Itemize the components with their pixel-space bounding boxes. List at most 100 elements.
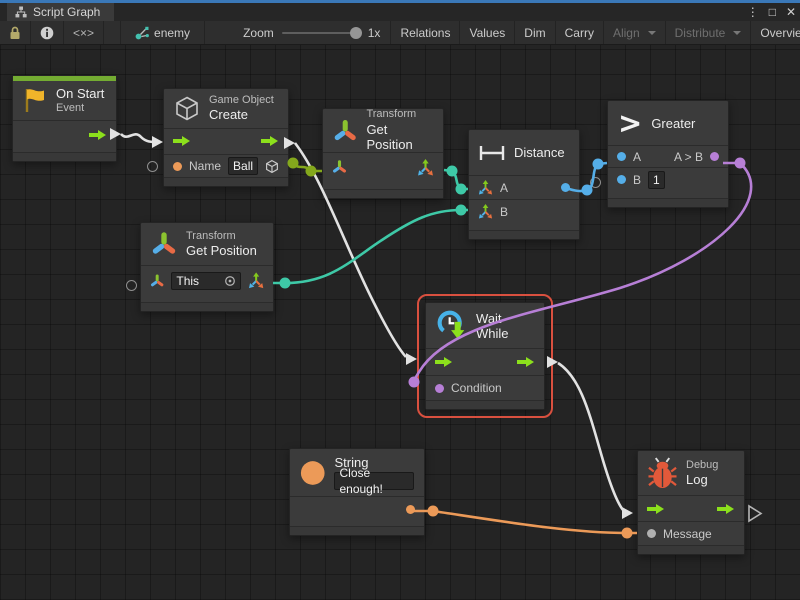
node-footer [608, 198, 728, 207]
node-title: Distance [514, 145, 565, 160]
unconnected-port-indicator [126, 280, 137, 291]
b-value-field[interactable]: 1 [648, 171, 665, 189]
close-icon[interactable]: ✕ [786, 5, 796, 19]
relations-button[interactable]: Relations [391, 21, 460, 44]
string-output-port[interactable] [406, 505, 415, 514]
dim-label: Dim [524, 26, 545, 40]
flow-out-port[interactable] [89, 129, 107, 141]
bug-icon [648, 457, 677, 490]
a-input-port[interactable] [617, 152, 626, 161]
b-input-port[interactable] [617, 175, 626, 184]
wait-while-icon [436, 308, 467, 343]
string-value-field[interactable]: Close enough! [334, 472, 414, 490]
node-create[interactable]: Game Object Create Name Ball [163, 88, 289, 187]
node-footer [13, 152, 116, 161]
flag-icon [23, 87, 47, 114]
transform-input-port[interactable] [150, 274, 164, 288]
node-title: On Start [56, 86, 104, 102]
tab-title: Script Graph [33, 5, 100, 19]
node-subtitle: Event [56, 102, 104, 115]
node-get-position-2[interactable]: Transform Get Position This [140, 222, 274, 312]
node-string[interactable]: String Close enough! [289, 448, 425, 536]
node-title: Wait While [476, 311, 534, 341]
gameobject-output-port[interactable] [265, 159, 279, 174]
result-output-port[interactable] [710, 152, 719, 161]
window-menu-icon[interactable]: ⋮ [747, 5, 759, 19]
graph-name: enemy [154, 26, 190, 40]
flow-in-port[interactable] [647, 503, 665, 515]
b-value: 1 [653, 172, 660, 188]
carry-label: Carry [565, 26, 594, 40]
values-button[interactable]: Values [460, 21, 515, 44]
node-title: Log [686, 472, 718, 488]
port-b-label: B [633, 173, 641, 187]
flow-in-port[interactable] [173, 135, 191, 147]
distance-output-port[interactable] [561, 183, 570, 192]
vector3-output-port[interactable] [248, 272, 264, 289]
flow-out-port[interactable] [261, 135, 279, 147]
zoom-slider-knob[interactable] [350, 27, 362, 39]
object-picker-icon[interactable] [224, 275, 236, 287]
values-label: Values [469, 26, 505, 40]
lock-icon [9, 26, 21, 40]
name-value-field[interactable]: Ball [228, 157, 258, 175]
flow-in-port[interactable] [435, 356, 453, 368]
script-graph-window: Script Graph ⋮ □ ✕ <×> [0, 0, 800, 600]
graph-icon [15, 6, 27, 18]
info-icon [40, 26, 54, 40]
node-category: Transform [186, 230, 257, 243]
node-debug-log[interactable]: Debug Log Message [637, 450, 745, 555]
node-footer [290, 526, 424, 535]
dim-button[interactable]: Dim [515, 21, 555, 44]
align-button[interactable]: Align [604, 21, 666, 44]
node-on-start[interactable]: On Start Event [12, 75, 117, 162]
condition-label: Condition [451, 381, 502, 395]
node-title: Create [209, 107, 274, 123]
target-field[interactable]: This [171, 272, 240, 290]
maximize-icon[interactable]: □ [769, 5, 776, 19]
node-footer [141, 302, 273, 311]
node-title: Get Position [366, 122, 433, 153]
message-input-port[interactable] [647, 529, 656, 538]
flow-out-port[interactable] [717, 503, 735, 515]
target-value: This [176, 273, 199, 289]
code-preview-button[interactable]: <×> [64, 21, 104, 44]
tab-bar: Script Graph ⋮ □ ✕ [0, 3, 800, 21]
string-icon [300, 459, 325, 487]
lock-button[interactable] [0, 21, 31, 44]
node-greater[interactable]: > Greater A A > B B 1 [607, 100, 729, 208]
relations-label: Relations [400, 26, 450, 40]
vector3-input-port-b[interactable] [478, 204, 493, 219]
node-footer [638, 545, 744, 554]
name-input-port[interactable] [173, 162, 182, 171]
graph-reference-button[interactable]: enemy [121, 21, 205, 44]
node-footer [323, 189, 443, 198]
distance-icon [479, 145, 505, 161]
tab-script-graph[interactable]: Script Graph [7, 3, 114, 21]
info-button[interactable] [31, 21, 64, 44]
condition-input-port[interactable] [435, 384, 444, 393]
node-title: Greater [651, 116, 695, 131]
zoom-control: Zoom 1x [205, 21, 391, 44]
node-title: Get Position [186, 243, 257, 259]
flow-out-port[interactable] [517, 356, 535, 368]
graph-reference-icon [135, 26, 149, 40]
window-controls: ⋮ □ ✕ [747, 3, 796, 21]
node-footer [426, 400, 544, 409]
align-label: Align [613, 26, 640, 40]
carry-button[interactable]: Carry [556, 21, 604, 44]
port-a-label: A [633, 150, 641, 164]
transform-input-port[interactable] [332, 160, 347, 174]
node-category: Game Object [209, 94, 274, 107]
cube-icon [174, 96, 200, 121]
node-wait-while[interactable]: Wait While Condition [425, 302, 545, 410]
distribute-button[interactable]: Distribute [666, 21, 752, 44]
port-a-label: A [500, 181, 508, 195]
vector3-input-port-a[interactable] [478, 180, 493, 195]
dropdown-arrow-icon [648, 31, 656, 35]
node-get-position-1[interactable]: Transform Get Position [322, 108, 444, 199]
vector3-output-port[interactable] [417, 159, 434, 176]
node-distance[interactable]: Distance A B [468, 129, 580, 240]
overview-button[interactable]: Overview [751, 21, 800, 44]
zoom-slider[interactable] [282, 32, 360, 34]
